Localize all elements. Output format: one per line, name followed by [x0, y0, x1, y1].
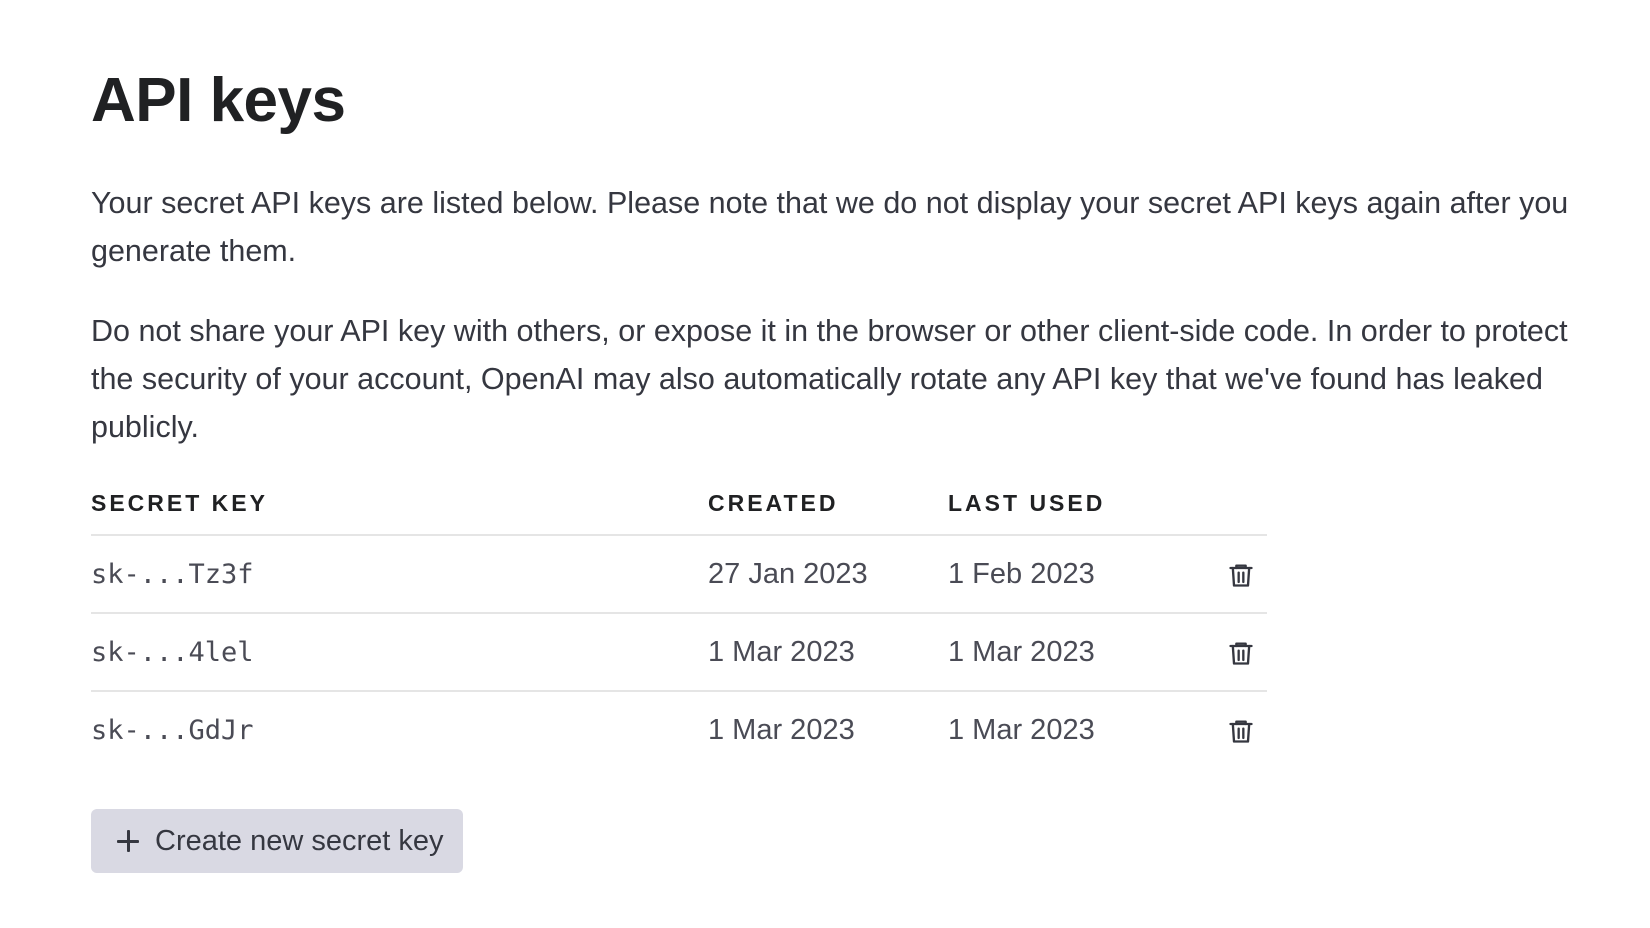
secret-key-value: sk-...Tz3f: [91, 535, 708, 614]
row-actions: [1188, 691, 1267, 768]
header-last-used: LAST USED: [948, 490, 1188, 536]
row-actions: [1188, 613, 1267, 692]
trash-icon[interactable]: [1227, 561, 1255, 589]
header-actions: [1188, 490, 1267, 536]
header-secret-key: SECRET KEY: [91, 490, 708, 536]
create-new-secret-key-button[interactable]: Create new secret key: [91, 809, 463, 873]
last-used-date: 1 Feb 2023: [948, 535, 1188, 614]
created-date: 27 Jan 2023: [708, 535, 948, 614]
api-keys-table: SECRET KEY CREATED LAST USED sk-...Tz3f …: [91, 490, 1267, 768]
created-date: 1 Mar 2023: [708, 713, 855, 746]
row-actions: [1188, 535, 1267, 614]
table-header-row: SECRET KEY CREATED LAST USED: [91, 490, 1267, 536]
created-date: 1 Mar 2023: [708, 613, 948, 692]
plus-icon: [117, 830, 139, 852]
create-button-label: Create new secret key: [155, 824, 444, 857]
description-warning: Do not share your API key with others, o…: [91, 314, 1568, 444]
table-row: sk-...Tz3f 27 Jan 2023 1 Feb 2023: [91, 535, 1267, 614]
header-created: CREATED: [708, 490, 948, 536]
secret-key-value: sk-...GdJr: [91, 714, 254, 746]
page-title: API keys: [91, 66, 346, 135]
description-note: Your secret API keys are listed below. P…: [91, 186, 1569, 268]
last-used-date: 1 Mar 2023: [948, 713, 1095, 746]
secret-key-value: sk-...4lel: [91, 613, 708, 692]
trash-icon[interactable]: [1227, 717, 1255, 745]
table-row: sk-...GdJr 1 Mar 2023 1 Mar 2023: [91, 691, 1267, 768]
table-row: sk-...4lel 1 Mar 2023 1 Mar 2023: [91, 613, 1267, 692]
last-used-date: 1 Mar 2023: [948, 613, 1188, 692]
trash-icon[interactable]: [1227, 639, 1255, 667]
